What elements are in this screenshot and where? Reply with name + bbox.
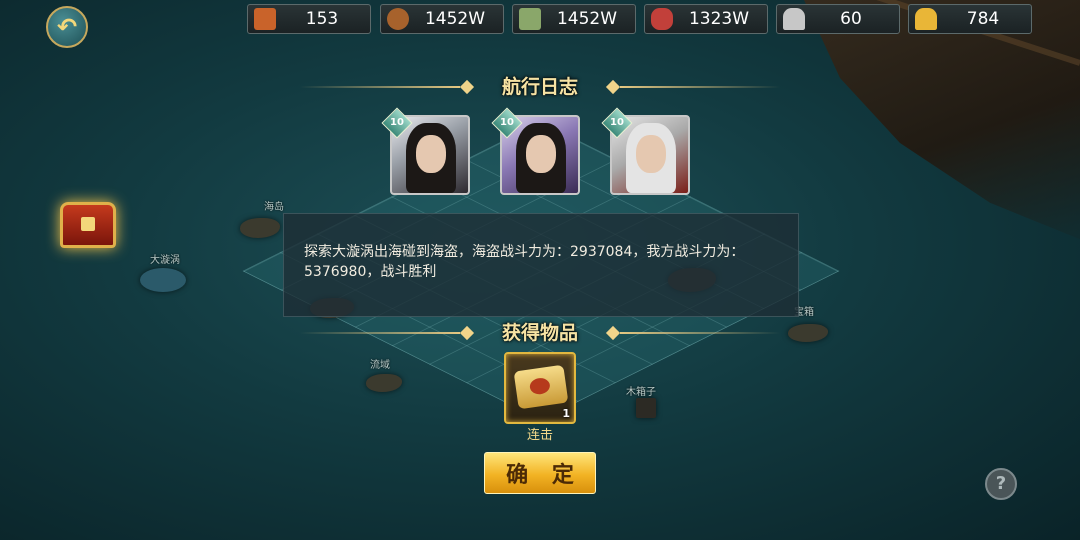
- hero-level: 10: [610, 117, 624, 128]
- whirlpool: [140, 268, 186, 292]
- confirm-button[interactable]: 确 定: [484, 452, 596, 494]
- wood-icon: [387, 8, 409, 30]
- map-label: 大漩涡: [150, 255, 180, 266]
- resource-value: 1452W: [556, 9, 618, 29]
- help-button[interactable]: ?: [985, 468, 1017, 500]
- divider: [620, 332, 780, 334]
- food-icon: [519, 8, 541, 30]
- resource-meat[interactable]: 1323W: [644, 4, 768, 34]
- resource-wood[interactable]: 1452W: [380, 4, 504, 34]
- meat-icon: [651, 8, 673, 30]
- reward-header: 获得物品: [300, 318, 780, 348]
- resource-value: 1323W: [688, 9, 750, 29]
- ship-background: [804, 0, 1080, 240]
- resource-food[interactable]: 1452W: [512, 4, 636, 34]
- resource-silver[interactable]: 60: [776, 4, 900, 34]
- back-arrow-icon: ↶: [56, 13, 78, 41]
- hero-level: 10: [390, 117, 404, 128]
- hero-level: 10: [500, 117, 514, 128]
- treasure-chest-icon[interactable]: [60, 202, 116, 248]
- island: [240, 218, 280, 238]
- map-label: 流域: [370, 360, 390, 371]
- battle-log-message: 探索大漩涡出海碰到海盗，海盗战斗力为：2937084，我方战斗力为：537698…: [283, 213, 799, 317]
- resource-token[interactable]: 153: [247, 4, 371, 34]
- resource-value: 153: [305, 9, 339, 29]
- island: [366, 374, 402, 392]
- island: [788, 324, 828, 342]
- reward-item-slot[interactable]: 1: [504, 352, 576, 424]
- hero-face: [636, 135, 666, 173]
- resource-gold[interactable]: 784: [908, 4, 1032, 34]
- scroll-icon: [513, 364, 569, 410]
- silver-icon: [783, 8, 805, 30]
- map-label: 木箱子: [626, 387, 656, 398]
- hero-face: [416, 135, 446, 173]
- resource-value: 60: [840, 9, 862, 29]
- hero-face: [526, 135, 556, 173]
- map-label: 海岛: [264, 202, 284, 213]
- gold-icon: [915, 8, 937, 30]
- resource-value: 1452W: [424, 9, 486, 29]
- item-name: 连击: [526, 428, 553, 443]
- log-header: 航行日志: [300, 72, 780, 102]
- back-button[interactable]: ↶: [46, 6, 88, 48]
- item-count: 1: [562, 407, 570, 420]
- resource-value: 784: [966, 9, 1000, 29]
- divider: [620, 86, 780, 88]
- token-icon: [254, 8, 276, 30]
- crate: [636, 398, 656, 418]
